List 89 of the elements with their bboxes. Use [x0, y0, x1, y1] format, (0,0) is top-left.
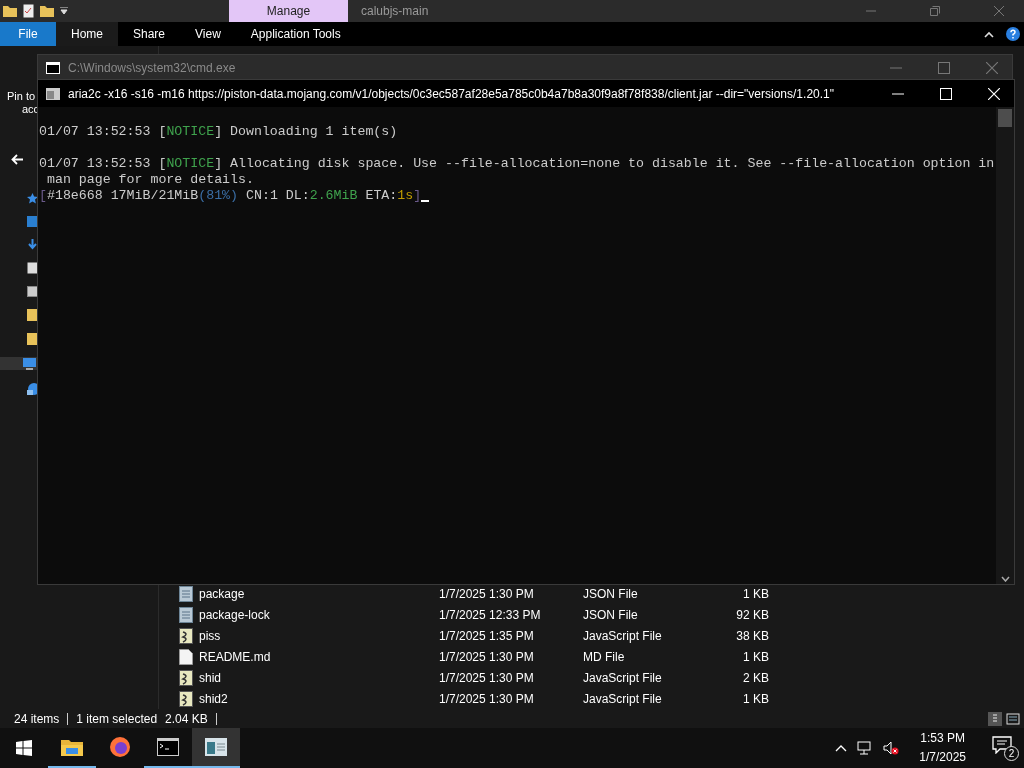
close-icon [994, 6, 1004, 16]
title-bar[interactable]: C:\Windows\system32\cmd.exe [38, 55, 1012, 80]
text-cursor [421, 199, 430, 202]
item-count: 24 items [14, 711, 60, 726]
browser-icon [109, 736, 131, 758]
file-type: MD File [583, 649, 626, 664]
scrollbar-thumb[interactable] [998, 109, 1012, 127]
ribbon-label: Pin to [7, 90, 36, 103]
collapse-ribbon-icon [984, 30, 994, 38]
window-title: calubjs-main [361, 4, 429, 18]
details-view-icon [988, 711, 1002, 726]
window-icon [205, 738, 227, 756]
file-size: 1 KB [742, 649, 769, 664]
back-arrow-icon [11, 154, 24, 165]
star-icon [27, 193, 38, 204]
console-icon [46, 87, 60, 100]
file-size: 2 KB [742, 670, 769, 685]
taskbar-app[interactable] [192, 728, 240, 768]
windows-logo-icon [16, 740, 32, 756]
file-icon [179, 606, 193, 623]
file-name[interactable]: shid2 [199, 691, 439, 706]
chevron-up-icon [835, 744, 848, 752]
document-icon [27, 262, 38, 274]
console-line: 01/07 13:52:53 [NOTICE] Allocating disk space. Use --file-allocation=none to disable it. See --file-allocation option in [39, 156, 995, 172]
selection-info: 1 item selected [76, 711, 158, 726]
large-icons-view-icon [1006, 711, 1020, 726]
scroll-down-icon [1000, 576, 1010, 582]
file-date: 1/7/2025 1:35 PM [439, 628, 535, 643]
help-icon [1006, 27, 1020, 41]
ribbon-tab[interactable]: Share [118, 22, 181, 46]
console-line: man page for more details. [45, 172, 254, 188]
close-icon [986, 61, 998, 74]
file-date: 1/7/2025 1:30 PM [439, 586, 535, 601]
file-icon [179, 585, 193, 602]
file-size: 38 KB [735, 628, 769, 643]
file-date: 1/7/2025 1:30 PM [439, 691, 535, 706]
folder-icon [27, 333, 38, 345]
network-icon [857, 741, 874, 755]
maximize-icon [938, 61, 950, 74]
ribbon-tab[interactable]: View [180, 22, 236, 46]
console-line: 01/07 13:52:53 [NOTICE] Downloading 1 item(s) [39, 124, 398, 140]
folder-icon [3, 5, 17, 17]
file-name[interactable]: package-lock [199, 607, 439, 622]
file-date: 1/7/2025 1:30 PM [439, 649, 535, 664]
image-icon [27, 286, 38, 297]
dropdown-icon [60, 7, 68, 15]
terminal-icon [157, 738, 179, 756]
file-menu-tab[interactable]: File [0, 22, 56, 46]
notification-count: 2 [1004, 746, 1019, 761]
file-type: JSON File [583, 607, 639, 622]
file-size: 1 KB [742, 586, 769, 601]
script-file-icon [179, 627, 193, 644]
ribbon-tab[interactable]: Home [56, 22, 118, 46]
script-file-icon [179, 690, 193, 707]
selection-size: 2.04 KB [165, 711, 208, 726]
square-icon [27, 216, 38, 227]
file-type: JavaScript File [583, 670, 663, 685]
folder-icon [40, 5, 54, 17]
document-icon [179, 648, 193, 665]
ribbon-tab[interactable]: Application Tools [235, 22, 356, 46]
context-tab[interactable]: Manage [229, 0, 348, 22]
clock-time[interactable]: 1:53 PM [920, 729, 965, 748]
file-date: 1/7/2025 12:33 PM [439, 607, 542, 622]
window-title: aria2c -x16 -s16 -m16 https://piston-data.mojang.com/v1/objects/0c3ec587af28e5a785c0b4a7b8a30f9a8f78f838/client.jar --dir="versions/1.20.1" [68, 86, 835, 101]
file-type: JavaScript File [583, 691, 663, 706]
folder-icon [61, 738, 83, 756]
maximize-icon [940, 87, 952, 100]
title-bar[interactable]: aria2c -x16 -s16 -m16 https://piston-data.mojang.com/v1/objects/0c3ec587af28e5a785c0b4a7b8a30f9a8f78f838/client.jar --dir="versions/1.20.1" [38, 80, 1014, 107]
folder-icon [27, 309, 38, 321]
file-date: 1/7/2025 1:30 PM [439, 670, 535, 685]
computer-icon [22, 357, 37, 370]
file-name[interactable]: piss [199, 628, 439, 643]
file-name[interactable]: README.md [199, 649, 439, 664]
muted-speaker-icon [883, 741, 900, 755]
restore-icon [930, 6, 940, 16]
console-icon [46, 61, 60, 74]
file-size: 92 KB [735, 607, 769, 622]
close-icon [988, 87, 1000, 100]
file-size: 1 KB [742, 691, 769, 706]
file-type: JSON File [583, 586, 639, 601]
script-file-icon [179, 669, 193, 686]
file-name[interactable]: package [199, 586, 439, 601]
checklist-icon [23, 4, 34, 18]
clock-date[interactable]: 1/7/2025 [919, 748, 966, 767]
window-title: C:\Windows\system32\cmd.exe [68, 60, 237, 75]
download-icon [27, 239, 38, 250]
file-name[interactable]: shid [199, 670, 439, 685]
file-type: JavaScript File [583, 628, 663, 643]
console-line: [#18e668 17MiB/21MiB(81%) CN:1 DL:2.6MiB ETA:1s] [39, 188, 422, 204]
